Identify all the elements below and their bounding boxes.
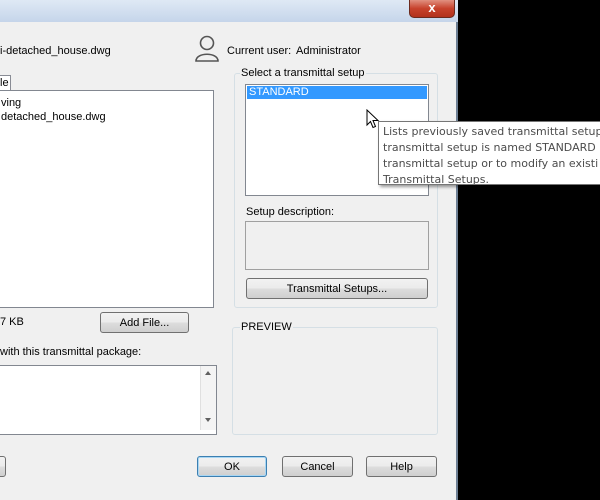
notes-label: with this transmittal package: (0, 346, 142, 358)
help-button[interactable]: Help (366, 456, 437, 477)
close-button[interactable]: x (409, 0, 455, 18)
tooltip-line: Lists previously saved transmittal setup (383, 125, 600, 138)
total-size-text: 7 KB (0, 316, 24, 328)
transmittal-setups-button[interactable]: Transmittal Setups... (246, 278, 428, 299)
setup-list-tooltip: Lists previously saved transmittal setup… (378, 121, 600, 185)
scroll-down-icon[interactable] (205, 418, 211, 422)
title-bar: x (0, 0, 458, 22)
preview-group (232, 327, 438, 435)
tooltip-line: transmittal setup or to modify an existi (383, 157, 599, 170)
files-tree-panel[interactable]: ving detached_house.dwg (0, 90, 214, 308)
partial-button[interactable] (0, 456, 6, 477)
transmittal-setup-group-label: Select a transmittal setup (240, 67, 366, 79)
drawing-filename: i-detached_house.dwg (0, 45, 111, 57)
setup-list-item-standard[interactable]: STANDARD (247, 86, 427, 99)
current-user-label: Current user: (227, 45, 292, 57)
etransmit-dialog: x i-detached_house.dwg Current user: Adm… (0, 0, 458, 500)
ok-button[interactable]: OK (197, 456, 267, 477)
cancel-button[interactable]: Cancel (282, 456, 353, 477)
user-icon (194, 34, 220, 65)
scroll-up-icon[interactable] (205, 371, 211, 375)
mouse-pointer-icon (366, 108, 380, 132)
setup-description-label: Setup description: (246, 206, 335, 218)
notes-textarea[interactable] (0, 365, 217, 435)
notes-scrollbar[interactable] (200, 366, 216, 430)
tooltip-line: Transmittal Setups. (383, 173, 490, 185)
current-user-value: Administrator (296, 45, 361, 57)
close-icon: x (428, 0, 436, 15)
setup-description-box (245, 221, 429, 270)
tree-item[interactable]: ving (1, 97, 21, 109)
tree-item[interactable]: detached_house.dwg (1, 111, 106, 123)
tooltip-line: transmittal setup is named STANDARD (383, 141, 596, 154)
preview-label: PREVIEW (240, 321, 293, 333)
tab-files-table[interactable]: le (0, 75, 11, 91)
add-file-button[interactable]: Add File... (100, 312, 189, 333)
